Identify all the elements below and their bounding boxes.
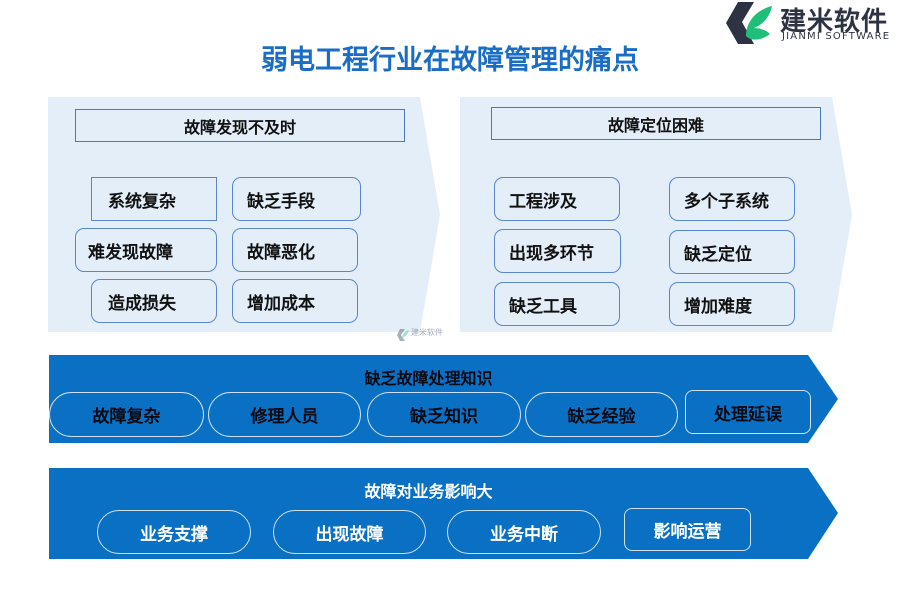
band-2-pill: 影响运营 [624, 508, 751, 551]
panel-right-header: 故障定位困难 [491, 107, 821, 140]
panel-left-item: 缺乏手段 [232, 177, 361, 221]
page-title: 弱电工程行业在故障管理的痛点 [261, 45, 639, 76]
panel-left-item: 增加成本 [232, 279, 358, 323]
panel-left-item: 难发现故障 [75, 228, 217, 272]
band-2-title: 故障对业务影响大 [364, 482, 493, 501]
watermark-logo-icon [397, 329, 409, 341]
panel-left-item: 造成损失 [91, 279, 217, 323]
band-1-pill: 缺乏经验 [525, 392, 678, 437]
panel-right-item: 多个子系统 [669, 177, 795, 221]
panel-right-item: 增加难度 [669, 282, 795, 326]
panel-right-item: 出现多环节 [494, 229, 621, 273]
panel-left-header: 故障发现不及时 [75, 109, 405, 142]
band-1-pill: 修理人员 [208, 392, 361, 437]
panel-right-item: 缺乏工具 [494, 282, 620, 326]
band-1-pill: 故障复杂 [49, 392, 204, 437]
panel-left-item: 系统复杂 [91, 177, 217, 221]
panel-right-item: 缺乏定位 [669, 230, 795, 274]
panel-right-item: 工程涉及 [494, 177, 620, 221]
watermark: 建米软件 [396, 326, 448, 344]
panel-left-item: 故障恶化 [232, 228, 358, 272]
band-2-pill: 业务中断 [447, 510, 601, 554]
band-1-pill: 缺乏知识 [367, 392, 521, 437]
band-2-pill: 业务支撑 [97, 510, 251, 554]
watermark-text: 建米软件 [411, 328, 443, 337]
band-1-pill: 处理延误 [685, 390, 811, 434]
band-2-pill: 出现故障 [273, 510, 426, 554]
band-1-title: 缺乏故障处理知识 [364, 369, 493, 388]
